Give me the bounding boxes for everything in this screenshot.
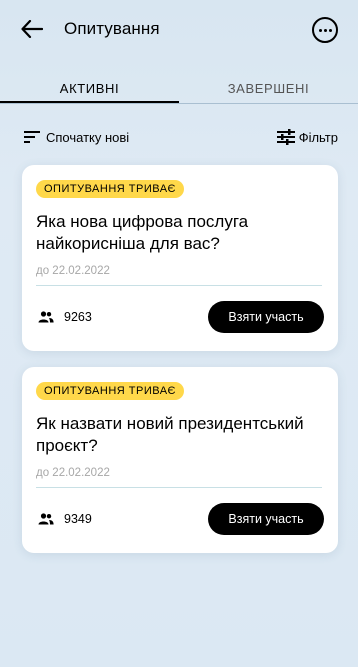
poll-card[interactable]: ОПИТУВАННЯ ТРИВАЄ Яка нова цифрова послу… [22,165,338,351]
page-title: Опитування [64,19,160,38]
more-dot [323,28,327,32]
divider [36,285,322,286]
poll-question: Як назвати новий президентський проєкт? [36,414,304,455]
sort-label: Спочатку нові [46,129,130,145]
sort-button[interactable]: Спочатку нові [24,130,129,145]
card-footer: 9263 Взяти участь [38,301,324,333]
app-header: Опитування [0,0,358,58]
poll-question: Яка нова цифрова послуга найкорисніша дл… [36,212,249,253]
divider [36,487,322,488]
tab-active[interactable]: АКТИВНІ [0,72,179,103]
more-button[interactable] [312,17,338,43]
status-badge: ОПИТУВАННЯ ТРИВАЄ [36,180,184,198]
participants-count: 9263 [38,310,92,324]
filter-label: Фільтр [298,129,338,145]
tab-finished[interactable]: ЗАВЕРШЕНІ [179,72,358,103]
tab-bar: АКТИВНІ ЗАВЕРШЕНІ [0,72,358,104]
arrow-left-icon [21,20,43,38]
more-dot [328,28,332,32]
participants-number: 9349 [64,512,92,526]
filter-sliders-icon [276,129,295,145]
poll-deadline: до 22.02.2022 [36,467,110,479]
join-button[interactable]: Взяти участь [208,301,324,333]
more-dots-icon [318,28,322,32]
poll-card[interactable]: ОПИТУВАННЯ ТРИВАЄ Як назвати новий прези… [22,367,338,553]
status-badge: ОПИТУВАННЯ ТРИВАЄ [36,382,184,400]
people-icon [38,513,54,525]
poll-deadline: до 22.02.2022 [36,265,110,277]
participants-number: 9263 [64,310,92,324]
back-button[interactable] [18,15,46,43]
card-footer: 9349 Взяти участь [38,503,324,535]
people-icon [38,311,54,323]
sort-lines-icon [24,131,40,143]
participants-count: 9349 [38,512,92,526]
filter-button[interactable]: Фільтр [276,129,338,145]
join-button[interactable]: Взяти участь [208,503,324,535]
toolbar: Спочатку нові Фільтр [0,126,358,148]
